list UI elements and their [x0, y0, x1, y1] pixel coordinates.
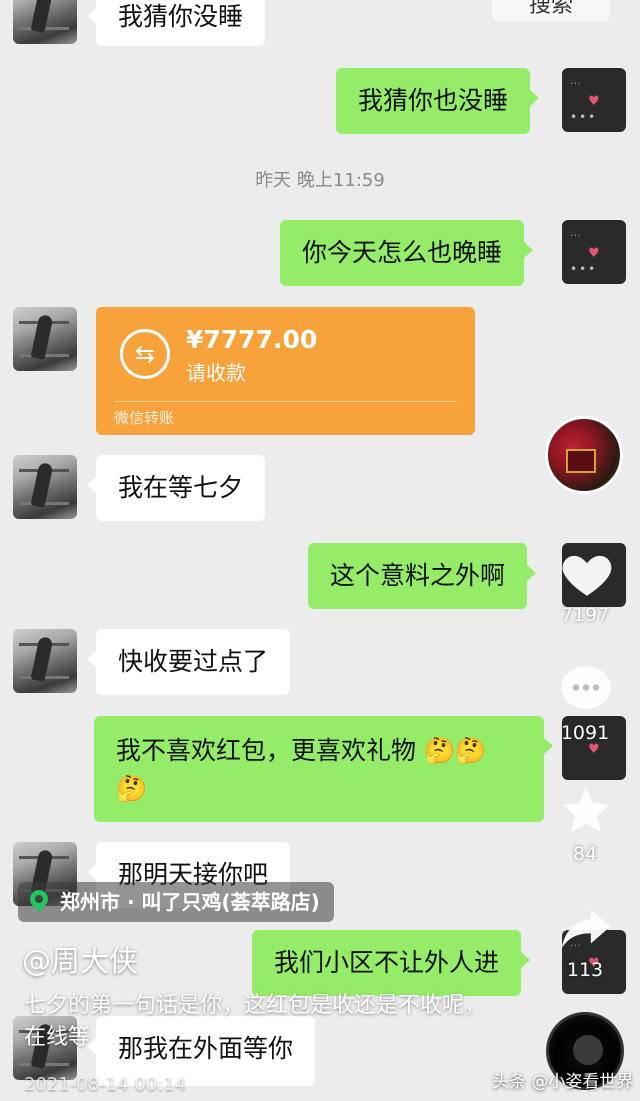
watermark: 头条 @小姿看世界	[492, 1072, 634, 1092]
transfer-amount: ¥7777.00	[186, 325, 318, 354]
avatar-dots: •••	[570, 110, 598, 124]
contact-avatar[interactable]	[13, 307, 77, 371]
top-right-partial-button[interactable]: 搜索	[492, 0, 610, 22]
chat-message-outgoing[interactable]: 这个意料之外啊	[308, 543, 537, 609]
my-avatar[interactable]: … ♥ •••	[562, 68, 626, 132]
contact-avatar[interactable]	[13, 455, 77, 519]
heart-mini-icon: ♥	[588, 246, 600, 261]
gift-box-icon	[566, 449, 596, 473]
chat-message-text: 我不喜欢红包，更喜欢礼物	[116, 736, 417, 765]
like-heart-icon[interactable]	[558, 545, 616, 603]
avatar-scrawl: …	[570, 74, 582, 87]
chat-message-outgoing[interactable]: 我们小区不让外人进	[252, 930, 531, 996]
location-tag[interactable]: 郑州市 · 叫了只鸡(荟萃路店)	[18, 882, 334, 922]
author-handle[interactable]: @周大侠	[22, 938, 138, 980]
heart-mini-icon: ♥	[588, 742, 600, 757]
favorite-count: 84	[572, 843, 598, 865]
comment-icon[interactable]	[556, 660, 616, 720]
location-pin-icon	[26, 886, 52, 912]
chat-message-outgoing[interactable]: 你今天怎么也晚睡	[280, 220, 534, 286]
chat-message-incoming[interactable]: 我猜你没睡	[86, 0, 266, 46]
transfer-footer: 微信转账	[114, 409, 175, 427]
music-disc-face	[573, 1035, 603, 1065]
location-text: 郑州市 · 叫了只鸡(荟萃路店)	[60, 890, 320, 914]
chat-message-incoming[interactable]: 快收要过点了	[86, 629, 291, 695]
favorite-star-icon[interactable]	[557, 782, 615, 840]
comment-count-wrap: 1091	[555, 722, 615, 744]
like-count-wrap: 7197	[555, 604, 615, 626]
transfer-icon: ⇆	[120, 329, 170, 379]
transfer-description: 请收款	[186, 361, 246, 385]
favorite-count-wrap: 84	[555, 843, 615, 865]
video-caption[interactable]: 七夕的第一句话是你，这红包是收还是不收呢，在线等	[24, 990, 494, 1054]
post-date: 2021-08-14 00:14	[24, 1074, 187, 1095]
creator-avatar[interactable]	[545, 416, 623, 494]
emoji-thinking-icon: 🤔	[116, 774, 148, 803]
transfer-divider	[114, 401, 457, 402]
share-count: 113	[566, 959, 604, 981]
avatar-scrawl: …	[570, 226, 582, 239]
chat-message-incoming[interactable]: 我在等七夕	[86, 455, 266, 521]
share-arrow-icon[interactable]	[557, 900, 615, 958]
my-avatar[interactable]: … ♥ •••	[562, 220, 626, 284]
contact-avatar[interactable]	[13, 629, 77, 693]
chat-timestamp: 昨天 晚上11:59	[255, 170, 385, 191]
chat-message-outgoing[interactable]: 我不喜欢红包，更喜欢礼物 🤔🤔 🤔	[94, 716, 553, 822]
like-count: 7197	[560, 604, 610, 626]
comment-count: 1091	[560, 722, 610, 744]
heart-mini-icon: ♥	[588, 94, 600, 109]
emoji-thinking-icon: 🤔🤔	[423, 736, 487, 765]
share-count-wrap: 113	[555, 959, 615, 981]
chat-message-outgoing[interactable]: 我猜你也没睡	[336, 68, 540, 134]
wechat-transfer-card[interactable]: ⇆ ¥7777.00 请收款 微信转账	[96, 307, 475, 435]
avatar-dots: •••	[570, 262, 598, 276]
contact-avatar[interactable]	[13, 0, 77, 44]
